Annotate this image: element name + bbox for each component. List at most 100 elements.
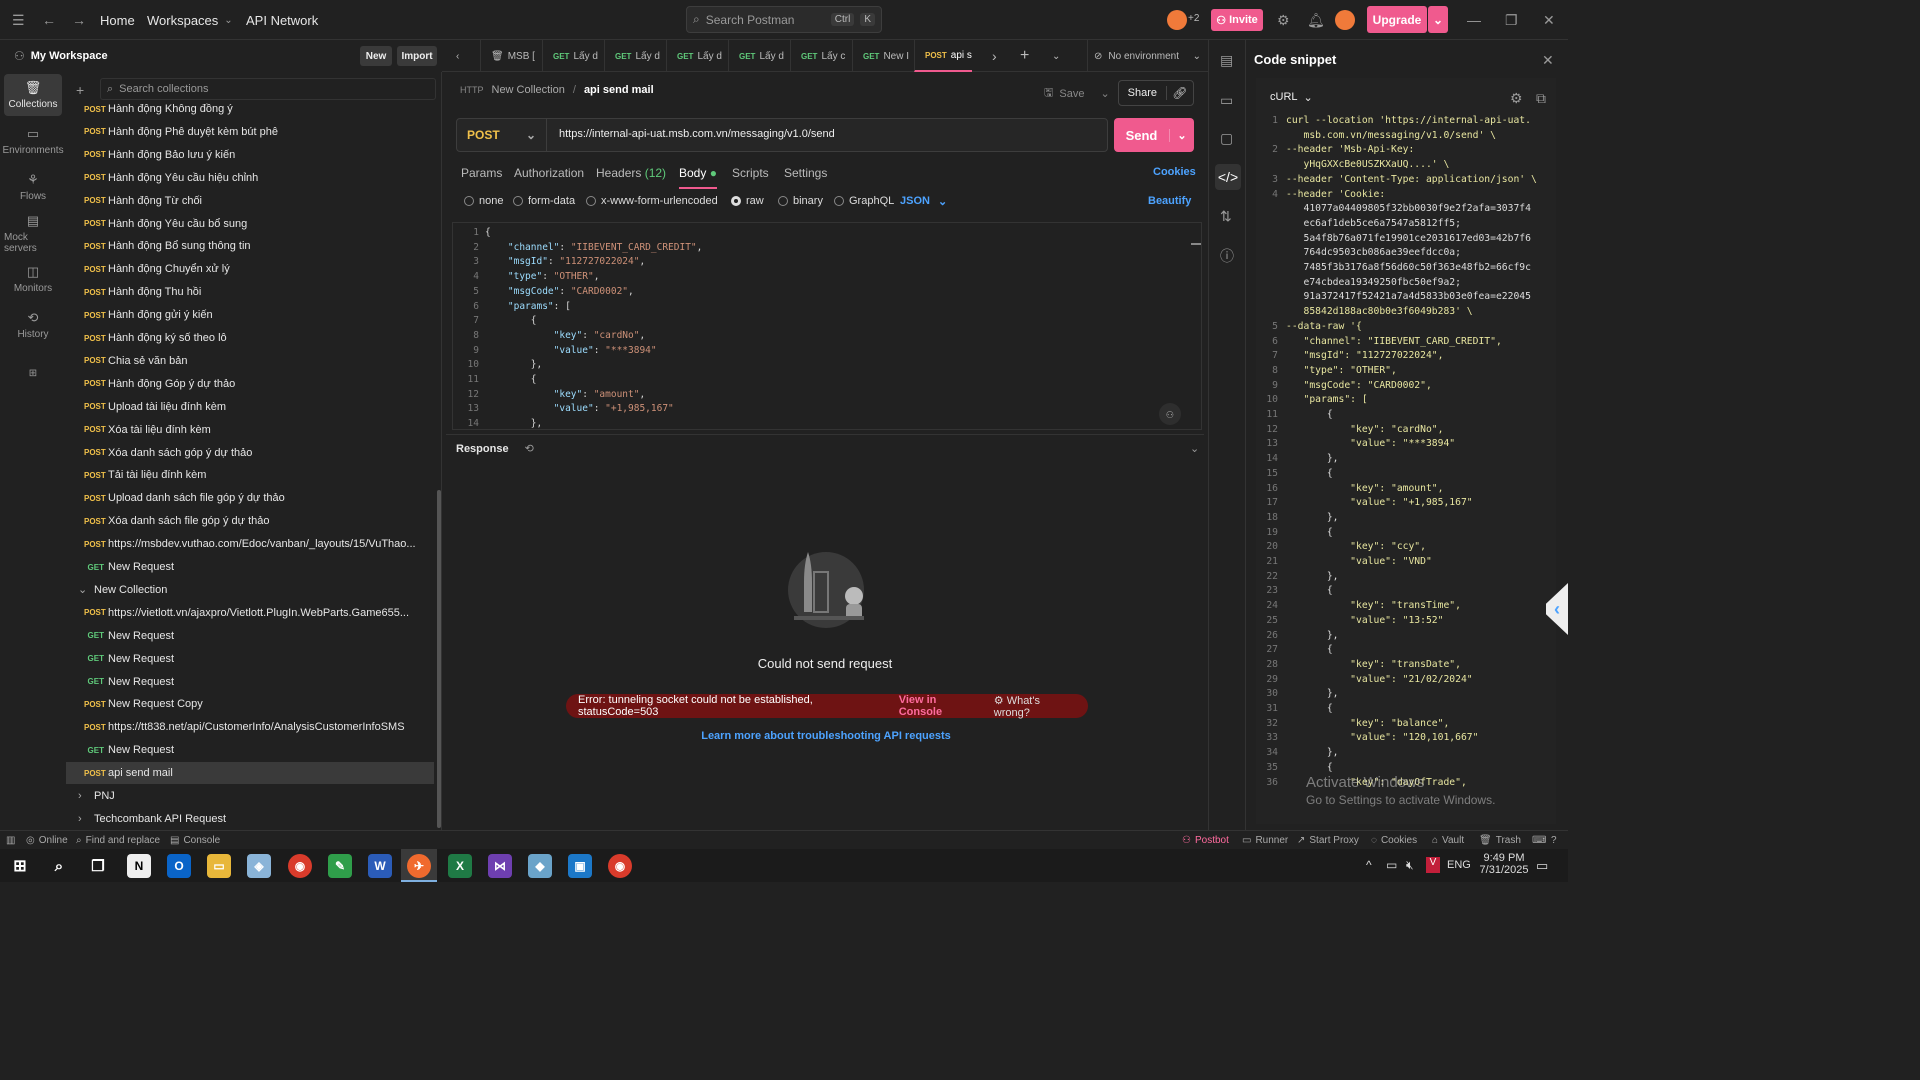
import-button[interactable]: Import: [397, 46, 437, 66]
cookies-link[interactable]: Cookies: [1153, 166, 1196, 178]
close-icon[interactable]: ✕: [1542, 52, 1554, 69]
save-button[interactable]: 🖫︎ Save ⌄: [1044, 84, 1110, 103]
tab-request[interactable]: GET Lấy d: [666, 40, 724, 72]
list-item[interactable]: POST Hành động Yêu cầu hiệu chỉnh: [66, 167, 434, 189]
sidebar-item-flows[interactable]: ⚘ Flows: [4, 166, 62, 208]
global-search-input[interactable]: ⌕ Search Postman Ctrl K: [686, 6, 882, 33]
history-icon[interactable]: ⟲: [525, 443, 534, 455]
volume-icon[interactable]: 🔇︎: [1406, 858, 1414, 873]
tab-scripts[interactable]: Scripts: [732, 166, 769, 180]
breadcrumb-collection[interactable]: New Collection: [492, 84, 565, 96]
body-type-graphql[interactable]: GraphQL: [834, 195, 894, 207]
forward-arrow-icon[interactable]: →: [72, 0, 86, 40]
collection-folder[interactable]: › Techcombank API Request: [66, 808, 434, 830]
chrome-icon[interactable]: ◉: [608, 854, 632, 878]
cookies-button[interactable]: ◌ Cookies: [1371, 831, 1417, 850]
snippet-code[interactable]: 1 curl --location 'https://internal-api-u…: [1256, 112, 1556, 824]
body-type-none[interactable]: none: [464, 195, 503, 207]
list-item[interactable]: POST https://msbdev.vuthao.com/Edoc/vanba…: [66, 533, 434, 555]
tab-request[interactable]: GETLấy c●: [790, 40, 848, 72]
runner-button[interactable]: ▭ Runner: [1242, 831, 1288, 850]
notepad-plus-icon[interactable]: ✎: [328, 854, 352, 878]
list-item[interactable]: GET New Request: [66, 556, 434, 578]
console-button[interactable]: ▤ Console: [170, 831, 220, 850]
list-item[interactable]: POST Hành động Từ chối: [66, 190, 434, 212]
troubleshooting-link[interactable]: Learn more about troubleshooting API req…: [442, 730, 1210, 742]
code-icon[interactable]: </>: [1215, 164, 1241, 190]
response-divider[interactable]: [446, 434, 1204, 435]
body-type-x-www-form-urlencoded[interactable]: x-www-form-urlencoded: [586, 195, 718, 207]
remote-desktop-icon[interactable]: ▣: [568, 854, 592, 878]
list-item[interactable]: POST Xóa tài liệu đính kèm: [66, 419, 434, 441]
list-item[interactable]: POST New Request Copy: [66, 693, 434, 715]
sidebar-item-monitors[interactable]: ◫ Monitors: [4, 258, 62, 300]
view-in-console-link[interactable]: View in Console: [899, 694, 980, 718]
list-item[interactable]: POST Hành động Bảo lưu ý kiến: [66, 144, 434, 166]
notification-icon[interactable]: ▭: [1536, 858, 1548, 874]
body-type-binary[interactable]: binary: [778, 195, 823, 207]
list-item[interactable]: POST https://vietlott.vn/ajaxpro/Vietlott…: [66, 602, 434, 624]
app-icon[interactable]: ◈: [247, 854, 271, 878]
tab-authorization[interactable]: Authorization: [514, 166, 584, 180]
list-item[interactable]: POST Hành động Góp ý dự thảo: [66, 373, 434, 395]
find-replace-button[interactable]: ⌕ Find and replace: [76, 831, 160, 850]
windows-start-icon[interactable]: ⊞: [8, 854, 32, 878]
tab-body[interactable]: Body ●: [679, 166, 717, 189]
sidebar-item-collections[interactable]: 🗑︎ Collections: [4, 74, 62, 116]
body-format-select[interactable]: JSON ⌄: [900, 195, 947, 208]
link-icon[interactable]: 🔗︎: [1165, 86, 1193, 100]
postman-icon[interactable]: ✈: [407, 854, 431, 878]
chevron-down-icon[interactable]: ⌄: [1169, 128, 1194, 142]
list-item[interactable]: POST api send mail: [66, 762, 434, 785]
list-item[interactable]: POST Xóa danh sách góp ý dự thảo: [66, 442, 434, 464]
method-select[interactable]: POST ⌄: [457, 119, 547, 151]
language-indicator[interactable]: ENG: [1447, 859, 1471, 871]
help-icon[interactable]: ?: [1551, 831, 1557, 850]
list-item[interactable]: POST Hành động Yêu cầu bổ sung: [66, 213, 434, 235]
sidebar-item-history[interactable]: ⟲ History: [4, 304, 62, 346]
clock[interactable]: 9:49 PM 7/31/2025: [1479, 852, 1529, 876]
tabs-left-arrow-icon[interactable]: ‹: [456, 40, 459, 72]
list-item[interactable]: POST https://tt838.net/api/CustomerInfo/A…: [66, 716, 434, 738]
list-item[interactable]: GET New Request: [66, 625, 434, 647]
sidebar-item-environments[interactable]: ▭ Environments: [2, 120, 63, 162]
ai-assist-icon[interactable]: ⚇: [1159, 403, 1181, 425]
language-select[interactable]: cURL ⌄: [1270, 91, 1313, 104]
list-item[interactable]: POST Hành động gửi ý kiến: [66, 304, 434, 326]
back-arrow-icon[interactable]: ←: [42, 0, 56, 40]
add-tab-icon[interactable]: +: [1020, 40, 1029, 72]
tab-request[interactable]: GET Lấy d: [542, 40, 600, 72]
online-status[interactable]: ◎ Online: [26, 831, 68, 850]
related-icon[interactable]: ⇅: [1220, 208, 1232, 225]
chevron-down-icon[interactable]: ⌄: [1190, 442, 1199, 455]
tab-settings[interactable]: Settings: [784, 166, 827, 180]
tab-request[interactable]: 🗑︎ MSB [: [480, 40, 538, 72]
invite-button[interactable]: ⚇ Invite: [1211, 9, 1263, 31]
collection-folder[interactable]: › PNJ: [66, 785, 434, 807]
tray-chevron-icon[interactable]: ^: [1366, 858, 1372, 872]
task-view-icon[interactable]: ❐: [86, 854, 110, 878]
home-link[interactable]: Home: [100, 0, 135, 40]
new-button[interactable]: New: [360, 46, 392, 66]
more-apps-icon[interactable]: ⊞: [4, 352, 62, 394]
tab-request[interactable]: GET Lấy d: [604, 40, 662, 72]
word-icon[interactable]: W: [368, 854, 392, 878]
whats-wrong-link[interactable]: ⚙︎ What's wrong?: [994, 694, 1076, 719]
workspaces-menu[interactable]: Workspaces ⌄: [147, 0, 233, 40]
body-type-raw[interactable]: raw: [731, 195, 764, 207]
close-icon[interactable]: ✕: [1543, 12, 1555, 29]
tab-request[interactable]: GET New I: [852, 40, 910, 72]
excel-icon[interactable]: X: [448, 854, 472, 878]
info-icon[interactable]: ⓘ: [1220, 246, 1234, 266]
beautify-button[interactable]: Beautify: [1148, 195, 1191, 207]
upgrade-dropdown-icon[interactable]: ⌄: [1428, 6, 1448, 33]
list-item[interactable]: POST Hành động Chuyển xử lý: [66, 258, 434, 280]
list-item[interactable]: POST Upload tài liệu đính kèm: [66, 396, 434, 418]
search-icon[interactable]: ⌕: [47, 854, 71, 878]
bell-icon[interactable]: 🔔︎: [1307, 12, 1325, 29]
sidebar-toggle-icon[interactable]: ▥: [6, 831, 15, 850]
keyboard-icon[interactable]: ⌨: [1532, 831, 1546, 850]
restore-icon[interactable]: ❐: [1505, 12, 1518, 29]
api-doc-icon[interactable]: ▤: [1220, 52, 1233, 69]
body-editor[interactable]: ⚇ 1{2 "channel": "IIBEVENT_CARD_CREDIT",…: [452, 222, 1202, 430]
